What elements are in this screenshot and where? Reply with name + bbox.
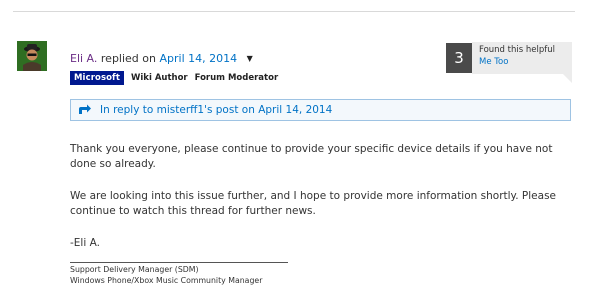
helpful-label: Found this helpful: [479, 45, 555, 55]
chevron-down-icon[interactable]: ▼: [247, 54, 253, 63]
post-paragraph-1: Thank you everyone, please continue to p…: [70, 143, 553, 170]
signature-divider: [70, 262, 288, 263]
wiki-author-badge: Wiki Author: [131, 73, 188, 83]
post-date-link[interactable]: April 14, 2014: [159, 52, 237, 65]
helpful-widget: 3 Found this helpful Me Too: [446, 42, 572, 83]
signature-role: Windows Phone/Xbox Music Community Manag…: [70, 276, 263, 285]
helpful-box: Found this helpful Me Too: [472, 42, 572, 83]
helpful-count: 3: [446, 43, 472, 73]
reply-arrow-icon: [77, 104, 92, 116]
microsoft-badge: Microsoft: [70, 71, 125, 85]
signature-title: Support Delivery Manager (SDM): [70, 265, 199, 274]
author-line: Eli A. replied on April 14, 2014 ▼: [70, 52, 253, 65]
top-divider: [13, 11, 575, 12]
forum-moderator-badge: Forum Moderator: [194, 73, 279, 83]
avatar[interactable]: [17, 41, 47, 71]
avatar-image: [17, 41, 47, 71]
post-signoff: -Eli A.: [70, 237, 100, 249]
post-paragraph-2: We are looking into this issue further, …: [70, 190, 557, 217]
in-reply-to-link[interactable]: In reply to misterff1's post on April 14…: [100, 104, 332, 116]
me-too-button[interactable]: Me Too: [479, 57, 572, 67]
author-badges: Microsoft Wiki Author Forum Moderator: [70, 71, 278, 85]
replied-on-text: replied on: [100, 52, 156, 65]
author-name-link[interactable]: Eli A.: [70, 52, 97, 65]
in-reply-to-box[interactable]: In reply to misterff1's post on April 14…: [70, 99, 571, 121]
